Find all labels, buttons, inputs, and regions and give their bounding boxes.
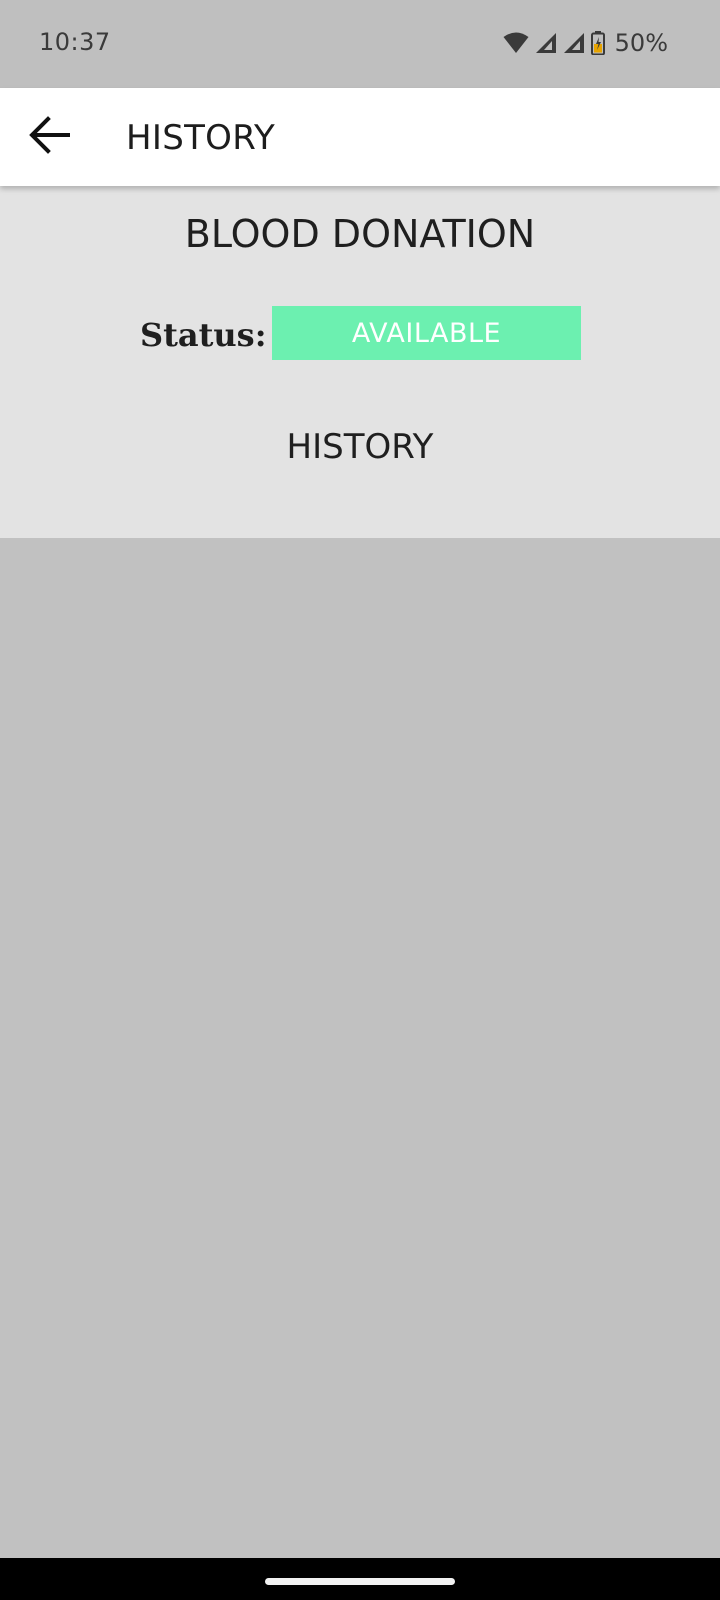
signal-icon [563,32,585,54]
navigation-bar [0,1558,720,1600]
section-title: BLOOD DONATION [184,212,536,256]
history-button[interactable]: HISTORY [260,422,460,472]
wifi-icon [503,32,529,54]
status-row: Status: AVAILABLE [0,306,720,360]
home-gesture-handle[interactable] [265,1578,455,1585]
battery-icon [590,31,605,55]
back-button[interactable] [22,109,78,165]
screen: 10:37 50% HISTORY BLOOD DONATION Status:… [0,0,720,1600]
app-bar: HISTORY [0,88,720,186]
donation-panel: BLOOD DONATION Status: AVAILABLE HISTORY [0,186,720,538]
signal-icon [535,32,557,54]
page-title: HISTORY [126,118,276,158]
status-time: 10:37 [39,28,111,56]
status-label: Status: [140,316,267,354]
status-bar: 10:37 50% [0,0,720,88]
battery-percentage: 50% [614,29,668,57]
arrow-back-icon [28,115,72,160]
status-badge[interactable]: AVAILABLE [272,306,581,360]
status-icons: 50% [503,28,668,58]
